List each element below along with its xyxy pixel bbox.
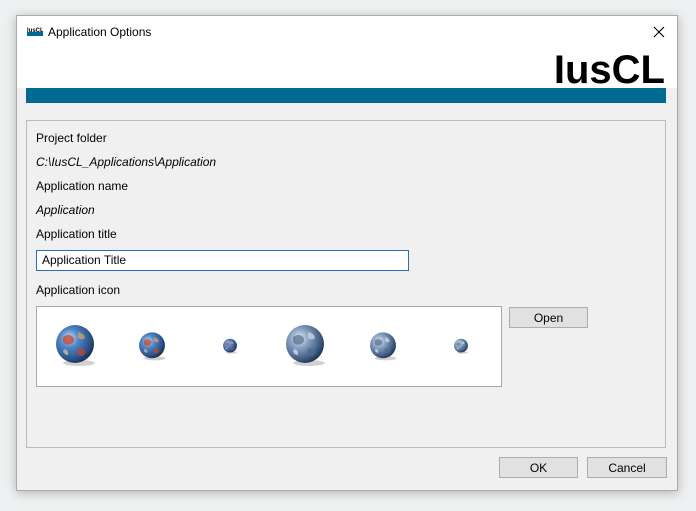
application-title-label: Application title xyxy=(36,227,117,241)
options-panel: Project folder C:\IusCL_Applications\App… xyxy=(26,120,666,448)
application-icon-label: Application icon xyxy=(36,283,121,297)
application-name-value: Application xyxy=(36,203,95,217)
brand-logo-text: IusCL xyxy=(553,48,665,92)
cancel-button[interactable]: Cancel xyxy=(587,457,667,478)
title-bar[interactable]: IusCL Application Options xyxy=(17,16,677,48)
application-icon-preview xyxy=(36,306,502,387)
ok-button[interactable]: OK xyxy=(499,457,578,478)
window-title: Application Options xyxy=(48,25,152,39)
application-options-dialog: IusCL Application Options IusCL Project … xyxy=(16,15,678,491)
globe-icon-large xyxy=(53,323,97,367)
desktop-background: IusCL Application Options IusCL Project … xyxy=(0,0,696,511)
globe-icon-small xyxy=(222,338,238,354)
globe-icon-large xyxy=(283,323,327,367)
close-button[interactable] xyxy=(641,16,677,48)
open-button[interactable]: Open xyxy=(509,307,588,328)
iuscl-app-icon: IusCL xyxy=(27,28,43,36)
globe-icon-medium xyxy=(137,331,167,361)
close-icon xyxy=(653,26,665,38)
globe-icon-medium xyxy=(368,331,398,361)
project-folder-label: Project folder xyxy=(36,131,107,145)
open-button-label: Open xyxy=(533,310,564,325)
application-name-label: Application name xyxy=(36,179,129,193)
ok-button-label: OK xyxy=(529,460,548,475)
application-title-input[interactable] xyxy=(36,250,409,271)
globe-icon-small xyxy=(453,338,469,354)
svg-text:IusCL: IusCL xyxy=(27,28,43,34)
header-accent-bar xyxy=(26,88,666,103)
project-folder-value: C:\IusCL_Applications\Application xyxy=(36,155,217,169)
cancel-button-label: Cancel xyxy=(608,460,646,475)
